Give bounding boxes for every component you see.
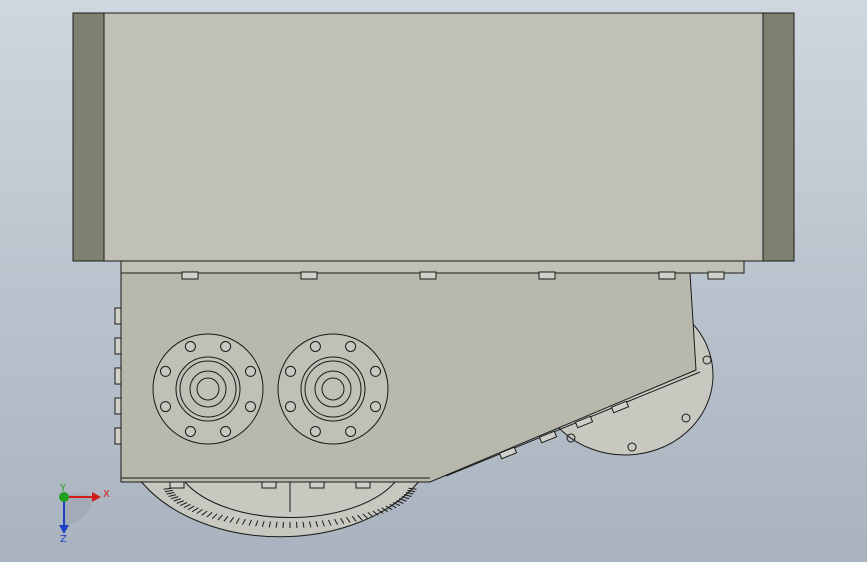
housing-left-end-cap [72, 12, 105, 262]
flange-outer [277, 333, 389, 445]
bolt [261, 481, 277, 489]
flange-bolt-hole [160, 401, 171, 413]
z-axis-arrow [59, 525, 69, 534]
bolt [309, 481, 325, 489]
flange-bolt-hole [160, 365, 171, 377]
flange-bolt-hole [370, 365, 381, 377]
x-axis-arrow [92, 492, 101, 502]
gear-outer-rim [138, 479, 422, 538]
bottom-gear[interactable] [138, 479, 422, 538]
bolt [658, 271, 676, 280]
bolt [114, 367, 122, 385]
left-bolts [114, 307, 122, 445]
flange-bolt-hole [345, 341, 357, 352]
bolt [114, 397, 122, 415]
bolt [114, 307, 122, 325]
y-axis-label: Y [59, 483, 67, 494]
flange-bolt-hole [285, 365, 296, 377]
flange-bolt-hole [184, 341, 196, 352]
flange-bolt-hole [309, 426, 321, 437]
bolt [419, 271, 437, 280]
flange-outer [152, 333, 264, 445]
flange-bolt-hole [309, 341, 321, 352]
flange-bolt-hole [345, 426, 357, 437]
mounting-strip [120, 260, 745, 274]
bolt [181, 271, 199, 280]
flange-bolt-hole [370, 401, 381, 413]
z-axis-label: Z [60, 534, 67, 545]
x-axis-label: X [103, 489, 110, 500]
bolt [300, 271, 318, 280]
bolt [538, 271, 556, 280]
flange-bolt-hole [220, 341, 232, 352]
flange-bolt-hole [285, 401, 296, 413]
bolt [355, 481, 371, 489]
flange-bolt-hole [220, 426, 232, 437]
bolt [169, 481, 185, 489]
coordinate-triad[interactable]: X Y Z [59, 483, 110, 545]
bolt [707, 271, 725, 280]
housing-right-end-cap [762, 12, 795, 262]
flange-bolt-hole [245, 365, 256, 377]
flange-bolt-hole [184, 426, 196, 437]
housing-body [72, 12, 795, 262]
right-bearing-flange[interactable] [277, 333, 389, 445]
bolt [114, 337, 122, 355]
left-bearing-flange[interactable] [152, 333, 264, 445]
flange-bolt-hole [245, 401, 256, 413]
gear-tooth [282, 521, 284, 528]
gear-tooth [296, 521, 298, 528]
bolt [114, 427, 122, 445]
upper-housing[interactable] [72, 12, 795, 262]
cad-graphics-area[interactable]: X Y Z [0, 0, 867, 562]
